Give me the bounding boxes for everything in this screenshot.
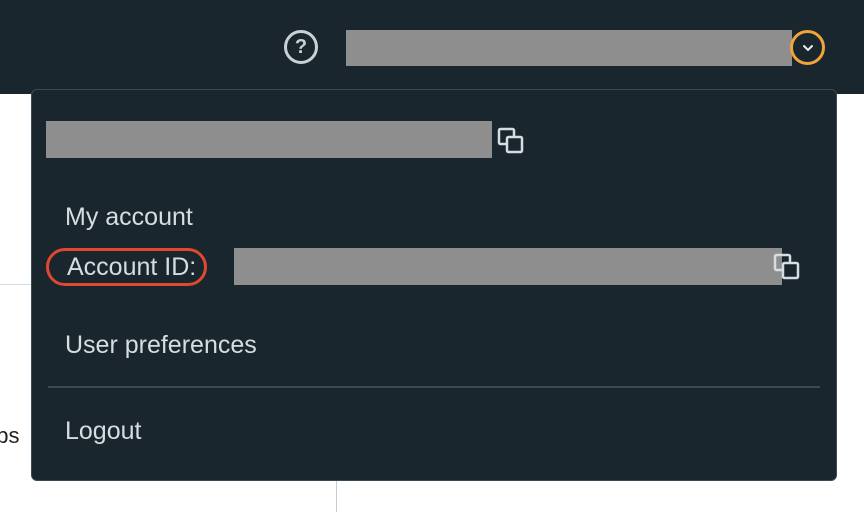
menu-item-my-account[interactable]: My account (65, 203, 193, 232)
background-column-divider (336, 480, 337, 512)
redacted-user-email (46, 121, 492, 158)
menu-divider (48, 386, 820, 388)
help-icon[interactable]: ? (284, 30, 318, 64)
redacted-username[interactable] (346, 30, 792, 66)
redacted-account-id (234, 248, 782, 285)
background-text-fragment: obs (0, 423, 20, 448)
copy-email-icon[interactable] (496, 126, 526, 156)
account-id-label: Account ID: (46, 248, 208, 286)
user-menu-toggle-button[interactable] (790, 30, 825, 65)
menu-item-user-preferences[interactable]: User preferences (65, 331, 257, 360)
page: ? obs My account Account ID: (0, 0, 864, 512)
user-dropdown-menu: My account Account ID: User preferences … (31, 89, 837, 481)
top-navigation-bar: ? (0, 0, 864, 94)
background-divider (0, 284, 32, 285)
menu-item-logout[interactable]: Logout (65, 417, 141, 446)
chevron-down-icon (802, 44, 813, 51)
copy-account-id-icon[interactable] (772, 252, 802, 282)
